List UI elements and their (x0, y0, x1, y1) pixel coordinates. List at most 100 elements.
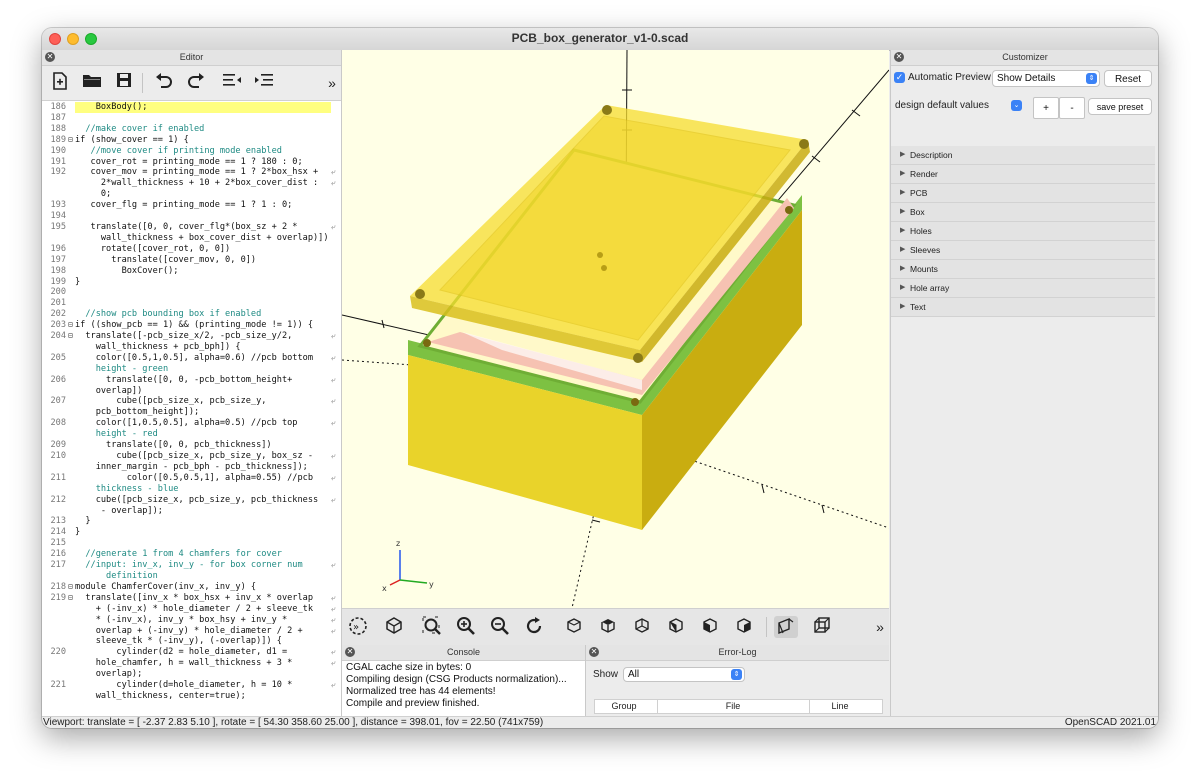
3d-viewport[interactable]: z x y (342, 50, 889, 608)
code-line[interactable]: 200 (42, 287, 341, 298)
code-line[interactable]: 191 cover_rot = printing_mode == 1 ? 180… (42, 157, 341, 168)
fold-marker-icon[interactable]: ⊟ (68, 320, 75, 331)
perspective-icon[interactable] (774, 616, 798, 638)
animate-icon[interactable]: » (346, 616, 370, 638)
code-line[interactable]: 202 //show pcb bounding box if enabled (42, 309, 341, 320)
code-line[interactable]: overlap + (-inv_y) * hole_diameter / 2 +… (42, 626, 341, 637)
code-line[interactable]: 213 } (42, 516, 341, 527)
preview-icon[interactable] (382, 616, 406, 638)
section-hole-array[interactable]: ▶ Hole array (891, 279, 1155, 298)
fold-marker-icon[interactable] (68, 342, 75, 353)
redo-icon[interactable] (184, 72, 208, 94)
code-line[interactable]: 211 color([0.5,0.5,1], alpha=0.55) //pcb… (42, 473, 341, 484)
code-line[interactable]: 219 ⊟ translate([inv_x * box_hsx + inv_x … (42, 593, 341, 604)
fold-marker-icon[interactable] (68, 680, 75, 691)
section-box[interactable]: ▶ Box (891, 203, 1155, 222)
fold-marker-icon[interactable] (68, 495, 75, 506)
fold-marker-icon[interactable]: ⊟ (68, 135, 75, 146)
fold-marker-icon[interactable] (68, 189, 75, 200)
code-line[interactable]: 195 translate([0, 0, cover_flg*(box_sz +… (42, 222, 341, 233)
section-holes[interactable]: ▶ Holes (891, 222, 1155, 241)
code-line[interactable]: 217 //input: inv_x, inv_y - for box corn… (42, 560, 341, 571)
code-line[interactable]: 214} (42, 527, 341, 538)
fold-marker-icon[interactable] (68, 386, 75, 397)
code-line[interactable]: height - green (42, 364, 341, 375)
fold-marker-icon[interactable] (68, 124, 75, 135)
code-line[interactable]: 203 ⊟ if ((show_pcb == 1) && (printing_mod… (42, 320, 341, 331)
code-line[interactable]: * (-inv_x), inv_y * box_hsy + inv_y * ⤶ (42, 615, 341, 626)
fold-marker-icon[interactable] (68, 429, 75, 440)
fold-marker-icon[interactable] (68, 418, 75, 429)
reset-view-icon[interactable] (522, 616, 546, 638)
fold-marker-icon[interactable]: ⊟ (68, 331, 75, 342)
fold-marker-icon[interactable] (68, 658, 75, 669)
reset-button[interactable]: Reset (1104, 70, 1152, 87)
fold-marker-icon[interactable] (68, 255, 75, 266)
view-back-icon[interactable] (732, 616, 756, 638)
fold-marker-icon[interactable] (68, 691, 75, 702)
code-line[interactable]: 208 color([1,0.5,0.5], alpha=0.5) //pcb … (42, 418, 341, 429)
view-right-icon[interactable] (562, 616, 586, 638)
fold-marker-icon[interactable] (68, 560, 75, 571)
fold-marker-icon[interactable] (68, 266, 75, 277)
section-render[interactable]: ▶ Render (891, 165, 1155, 184)
fold-marker-icon[interactable] (68, 407, 75, 418)
fold-marker-icon[interactable] (68, 298, 75, 309)
fold-marker-icon[interactable] (68, 309, 75, 320)
error-filter-select[interactable]: All ⇕ (623, 667, 745, 682)
code-line[interactable]: inner_margin - pcb_bph - pcb_thickness])… (42, 462, 341, 473)
section-mounts[interactable]: ▶ Mounts (891, 260, 1155, 279)
zoom-in-icon[interactable] (454, 616, 478, 638)
code-line[interactable]: wall_thickness, center=true); (42, 691, 341, 702)
zoom-out-icon[interactable] (488, 616, 512, 638)
save-preset-button[interactable]: save preset (1088, 98, 1152, 115)
fold-marker-icon[interactable] (68, 211, 75, 222)
view-left-icon[interactable] (664, 616, 688, 638)
fold-marker-icon[interactable]: ⊟ (68, 582, 75, 593)
code-line[interactable]: sleeve_tk * (-inv_y), (-overlap)]) { (42, 636, 341, 647)
fold-marker-icon[interactable] (68, 669, 75, 680)
code-line[interactable]: hole_chamfer, h = wall_thickness + 3 * ⤶ (42, 658, 341, 669)
fold-marker-icon[interactable] (68, 157, 75, 168)
code-line[interactable]: 0; (42, 189, 341, 200)
code-line[interactable]: 216 //generate 1 from 4 chamfers for cov… (42, 549, 341, 560)
fold-marker-icon[interactable] (68, 396, 75, 407)
code-line[interactable]: 192 cover_mov = printing_mode == 1 ? 2*b… (42, 167, 341, 178)
fold-marker-icon[interactable] (68, 549, 75, 560)
section-sleeves[interactable]: ▶ Sleeves (891, 241, 1155, 260)
section-pcb[interactable]: ▶ PCB (891, 184, 1155, 203)
code-line[interactable]: 205 color([0.5,1,0.5], alpha=0.6) //pcb … (42, 353, 341, 364)
code-line[interactable]: 2*wall_thickness + 10 + 2*box_cover_dist… (42, 178, 341, 189)
code-line[interactable]: 187 (42, 113, 341, 124)
code-line[interactable]: 188 //make cover if enabled (42, 124, 341, 135)
fold-marker-icon[interactable] (68, 146, 75, 157)
fold-marker-icon[interactable] (68, 200, 75, 211)
fold-marker-icon[interactable] (68, 167, 75, 178)
code-line[interactable]: height - red (42, 429, 341, 440)
code-line[interactable]: 210 cube([pcb_size_x, pcb_size_y, box_sz… (42, 451, 341, 462)
code-line[interactable]: 209 translate([0, 0, pcb_thickness]) (42, 440, 341, 451)
new-file-icon[interactable] (48, 72, 72, 94)
code-line[interactable]: 221 cylinder(d=hole_diameter, h = 10 * ⤶ (42, 680, 341, 691)
fold-marker-icon[interactable] (68, 506, 75, 517)
column-line[interactable]: Line (809, 700, 870, 713)
code-line[interactable]: 194 (42, 211, 341, 222)
code-line[interactable]: 206 translate([0, 0, -pcb_bottom_height+… (42, 375, 341, 386)
fold-marker-icon[interactable] (68, 571, 75, 582)
code-line[interactable]: 197 translate([cover_mov, 0, 0]) (42, 255, 341, 266)
auto-preview-checkbox[interactable]: ✓ (894, 72, 905, 83)
code-line[interactable]: 218 ⊟ module ChamferCover(inv_x, inv_y) { (42, 582, 341, 593)
fold-marker-icon[interactable] (68, 364, 75, 375)
code-line[interactable]: thickness - blue (42, 484, 341, 495)
code-line[interactable]: 190 //move cover if printing mode enable… (42, 146, 341, 157)
preset-select[interactable]: design default values ⌄ (895, 97, 1026, 114)
save-icon[interactable] (112, 72, 136, 94)
fold-marker-icon[interactable] (68, 375, 75, 386)
fold-marker-icon[interactable] (68, 615, 75, 626)
fold-marker-icon[interactable] (68, 626, 75, 637)
details-select[interactable]: Show Details ⇕ (992, 70, 1100, 87)
code-line[interactable]: 199} (42, 277, 341, 288)
section-description[interactable]: ▶ Description (891, 146, 1155, 165)
view-more-icon[interactable]: » (868, 616, 892, 638)
fold-marker-icon[interactable] (68, 527, 75, 538)
